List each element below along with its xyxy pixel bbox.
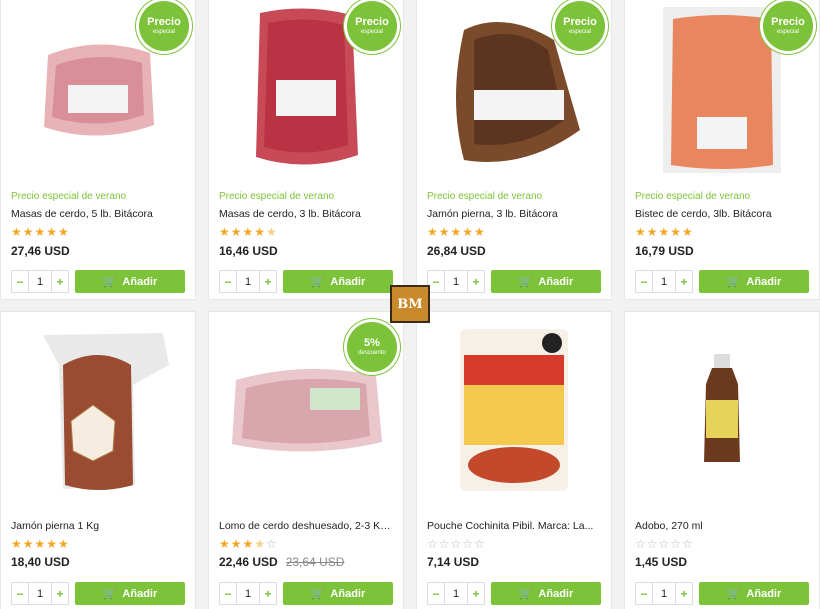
rating-stars: ☆☆☆☆☆	[427, 537, 486, 551]
discount-badge: 5% descuento	[347, 322, 397, 372]
quantity-stepper[interactable]: −1 +	[11, 582, 69, 605]
cart-icon: 🛒	[102, 588, 117, 600]
product-title[interactable]: Pouche Cochinita Pibil. Marca: La...	[427, 520, 603, 532]
cart-icon: 🛒	[726, 588, 741, 600]
promo-badge: Precio especial	[139, 1, 189, 51]
product-card[interactable]: Precio especial Precio especial de verano…	[208, 0, 404, 300]
quantity-value[interactable]: 1	[652, 271, 676, 292]
product-title[interactable]: Jamón pierna 1 Kg	[11, 520, 187, 532]
cart-icon: 🛒	[102, 276, 117, 288]
promo-badge: Precio especial	[763, 1, 813, 51]
product-title[interactable]: Jamón pierna, 3 lb. Bitácora	[427, 208, 603, 220]
rating-stars: ★★★★★	[219, 225, 278, 239]
plus-button[interactable]: +	[676, 271, 692, 292]
promo-label: Precio especial de verano	[11, 191, 127, 202]
plus-button[interactable]: +	[260, 583, 276, 604]
quantity-stepper[interactable]: −1 +	[219, 582, 277, 605]
product-card[interactable]: Precio especial Precio especial de verano…	[0, 0, 196, 300]
add-to-cart-button[interactable]: 🛒 Añadir	[699, 270, 809, 293]
product-grid: Precio especial Precio especial de verano…	[0, 0, 820, 609]
product-title[interactable]: Lomo de cerdo deshuesado, 2-3 Kg,...	[219, 520, 395, 532]
rating-stars: ★★★★★	[11, 537, 70, 551]
product-card[interactable]: Precio especial Precio especial de verano…	[416, 0, 612, 300]
quantity-stepper[interactable]: −1 +	[635, 582, 693, 605]
product-image[interactable]	[625, 312, 819, 507]
quantity-value[interactable]: 1	[444, 583, 468, 604]
quantity-value[interactable]: 1	[236, 583, 260, 604]
product-price: 16,46 USD	[219, 244, 278, 258]
plus-button[interactable]: +	[676, 583, 692, 604]
add-to-cart-button[interactable]: 🛒 Añadir	[491, 270, 601, 293]
minus-button[interactable]: −	[428, 583, 444, 604]
watermark-logo: BM	[390, 285, 430, 323]
old-price: 23,64 USD	[285, 555, 345, 569]
promo-label: Precio especial de verano	[635, 191, 751, 202]
quantity-value[interactable]: 1	[652, 583, 676, 604]
quantity-stepper[interactable]: −1 +	[635, 270, 693, 293]
add-to-cart-button[interactable]: 🛒 Añadir	[283, 582, 393, 605]
product-title[interactable]: Masas de cerdo, 3 lb. Bitácora	[219, 208, 395, 220]
plus-button[interactable]: +	[52, 271, 68, 292]
product-title[interactable]: Bistec de cerdo, 3lb. Bitácora	[635, 208, 811, 220]
product-price: 1,45 USD	[635, 555, 688, 569]
rating-stars: ★★★★★	[635, 225, 694, 239]
plus-button[interactable]: +	[468, 271, 484, 292]
product-card[interactable]: Pouche Cochinita Pibil. Marca: La... ☆☆☆…	[416, 311, 612, 609]
product-price: 26,84 USD	[427, 244, 486, 258]
quantity-stepper[interactable]: −1 +	[219, 270, 277, 293]
plus-button[interactable]: +	[468, 583, 484, 604]
product-image[interactable]	[417, 312, 611, 507]
product-card[interactable]: Jamón pierna 1 Kg ★★★★★ 18,40 USD −1 + 🛒 A…	[0, 311, 196, 609]
add-to-cart-button[interactable]: 🛒 Añadir	[75, 582, 185, 605]
promo-badge: Precio especial	[347, 1, 397, 51]
add-to-cart-button[interactable]: 🛒 Añadir	[283, 270, 393, 293]
rating-stars: ★★★★☆	[219, 537, 278, 551]
rating-stars: ☆☆☆☆☆	[635, 537, 694, 551]
product-title[interactable]: Adobo, 270 ml	[635, 520, 811, 532]
minus-button[interactable]: −	[220, 583, 236, 604]
quantity-value[interactable]: 1	[236, 271, 260, 292]
product-title[interactable]: Masas de cerdo, 5 lb. Bitácora	[11, 208, 187, 220]
cart-icon: 🛒	[726, 276, 741, 288]
promo-label: Precio especial de verano	[219, 191, 335, 202]
product-price: 22,46 USD 23,64 USD	[219, 555, 344, 569]
quantity-stepper[interactable]: −1 +	[427, 270, 485, 293]
minus-button[interactable]: −	[12, 583, 28, 604]
current-price: 22,46 USD	[219, 555, 278, 569]
add-to-cart-button[interactable]: 🛒 Añadir	[75, 270, 185, 293]
product-price: 27,46 USD	[11, 244, 70, 258]
quantity-stepper[interactable]: −1 +	[11, 270, 69, 293]
quantity-value[interactable]: 1	[444, 271, 468, 292]
add-to-cart-button[interactable]: 🛒 Añadir	[699, 582, 809, 605]
add-to-cart-button[interactable]: 🛒 Añadir	[491, 582, 601, 605]
cart-icon: 🛒	[518, 588, 533, 600]
minus-button[interactable]: −	[220, 271, 236, 292]
minus-button[interactable]: −	[428, 271, 444, 292]
product-card[interactable]: Precio especial Precio especial de verano…	[624, 0, 820, 300]
rating-stars: ★★★★★	[11, 225, 70, 239]
product-card[interactable]: Adobo, 270 ml ☆☆☆☆☆ 1,45 USD −1 + 🛒 Añadir	[624, 311, 820, 609]
minus-button[interactable]: −	[12, 271, 28, 292]
rating-stars: ★★★★★	[427, 225, 486, 239]
quantity-value[interactable]: 1	[28, 271, 52, 292]
product-image[interactable]	[1, 312, 195, 507]
promo-badge: Precio especial	[555, 1, 605, 51]
cart-icon: 🛒	[518, 276, 533, 288]
product-price: 16,79 USD	[635, 244, 694, 258]
minus-button[interactable]: −	[636, 583, 652, 604]
plus-button[interactable]: +	[260, 271, 276, 292]
product-price: 18,40 USD	[11, 555, 70, 569]
quantity-value[interactable]: 1	[28, 583, 52, 604]
promo-label: Precio especial de verano	[427, 191, 543, 202]
cart-icon: 🛒	[310, 588, 325, 600]
quantity-stepper[interactable]: −1 +	[427, 582, 485, 605]
plus-button[interactable]: +	[52, 583, 68, 604]
product-card[interactable]: 5% descuento Lomo de cerdo deshuesado, 2-…	[208, 311, 404, 609]
cart-icon: 🛒	[310, 276, 325, 288]
product-price: 7,14 USD	[427, 555, 480, 569]
minus-button[interactable]: −	[636, 271, 652, 292]
